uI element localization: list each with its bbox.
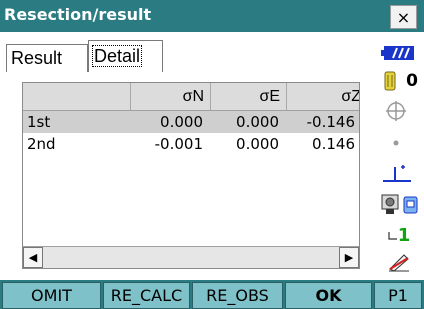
sigma-z-value: -0.146 [306, 113, 355, 131]
row-label: 2nd [27, 135, 56, 153]
instrument-link-icon [378, 190, 422, 218]
scroll-left-button[interactable]: ◀ [23, 247, 43, 268]
column-header-sigma-n[interactable]: σN [131, 83, 211, 110]
column-header-sigma-z[interactable]: σZ [287, 83, 359, 110]
page-indicator: 1 [384, 222, 414, 248]
re-obs-button[interactable]: RE_OBS [192, 282, 283, 309]
detail-table[interactable]: σN σE σZ 1st 0.000 0.000 -0.146 2nd -0.0… [22, 82, 360, 269]
page-digit: 1 [397, 224, 411, 246]
tilt-icon [380, 160, 414, 186]
column-header-sigma-e[interactable]: σE [211, 83, 287, 110]
memory-count: 0 [406, 71, 418, 91]
scroll-left-icon: ◀ [28, 251, 38, 264]
status-sidebar: 0 1 [378, 36, 424, 278]
title-bar: Resection/result × [0, 0, 424, 32]
column-header-label[interactable] [23, 83, 131, 110]
scroll-right-button[interactable]: ▶ [339, 247, 359, 268]
tab-result-label: Result [11, 48, 63, 68]
bracket-icon [388, 232, 397, 240]
ok-button[interactable]: OK [285, 282, 372, 309]
tab-result[interactable]: Result [6, 44, 88, 72]
tab-detail-label: Detail [91, 45, 143, 67]
sigma-n-value: -0.001 [154, 135, 203, 153]
tab-detail[interactable]: Detail [88, 40, 163, 72]
resection-result-window: Resection/result × Result Detail σN σE σ… [0, 0, 424, 309]
sigma-e-value: 0.000 [236, 135, 279, 153]
omit-button[interactable]: OMIT [2, 282, 101, 309]
sigma-n-value: 0.000 [160, 113, 203, 131]
table-row[interactable]: 2nd -0.001 0.000 0.146 [23, 133, 359, 155]
dot-icon [386, 136, 406, 150]
sd-card-icon [384, 71, 396, 91]
horizontal-scrollbar[interactable]: ◀ ▶ [23, 246, 359, 268]
table-header: σN σE σZ [23, 83, 359, 111]
memory-status: 0 [378, 70, 424, 92]
pencil-icon [384, 250, 414, 274]
row-label: 1st [27, 113, 51, 131]
crosshair-icon [382, 98, 410, 124]
table-row[interactable]: 1st 0.000 0.000 -0.146 [23, 111, 359, 133]
sigma-e-value: 0.000 [236, 113, 279, 131]
re-calc-button[interactable]: RE_CALC [103, 282, 190, 309]
scroll-right-icon: ▶ [344, 251, 354, 264]
close-button[interactable]: × [390, 5, 417, 29]
window-title: Resection/result [4, 5, 152, 24]
close-icon: × [396, 7, 411, 27]
battery-icon [380, 44, 416, 62]
sigma-z-value: 0.146 [312, 135, 355, 153]
page-p1-button[interactable]: P1 [374, 282, 422, 309]
